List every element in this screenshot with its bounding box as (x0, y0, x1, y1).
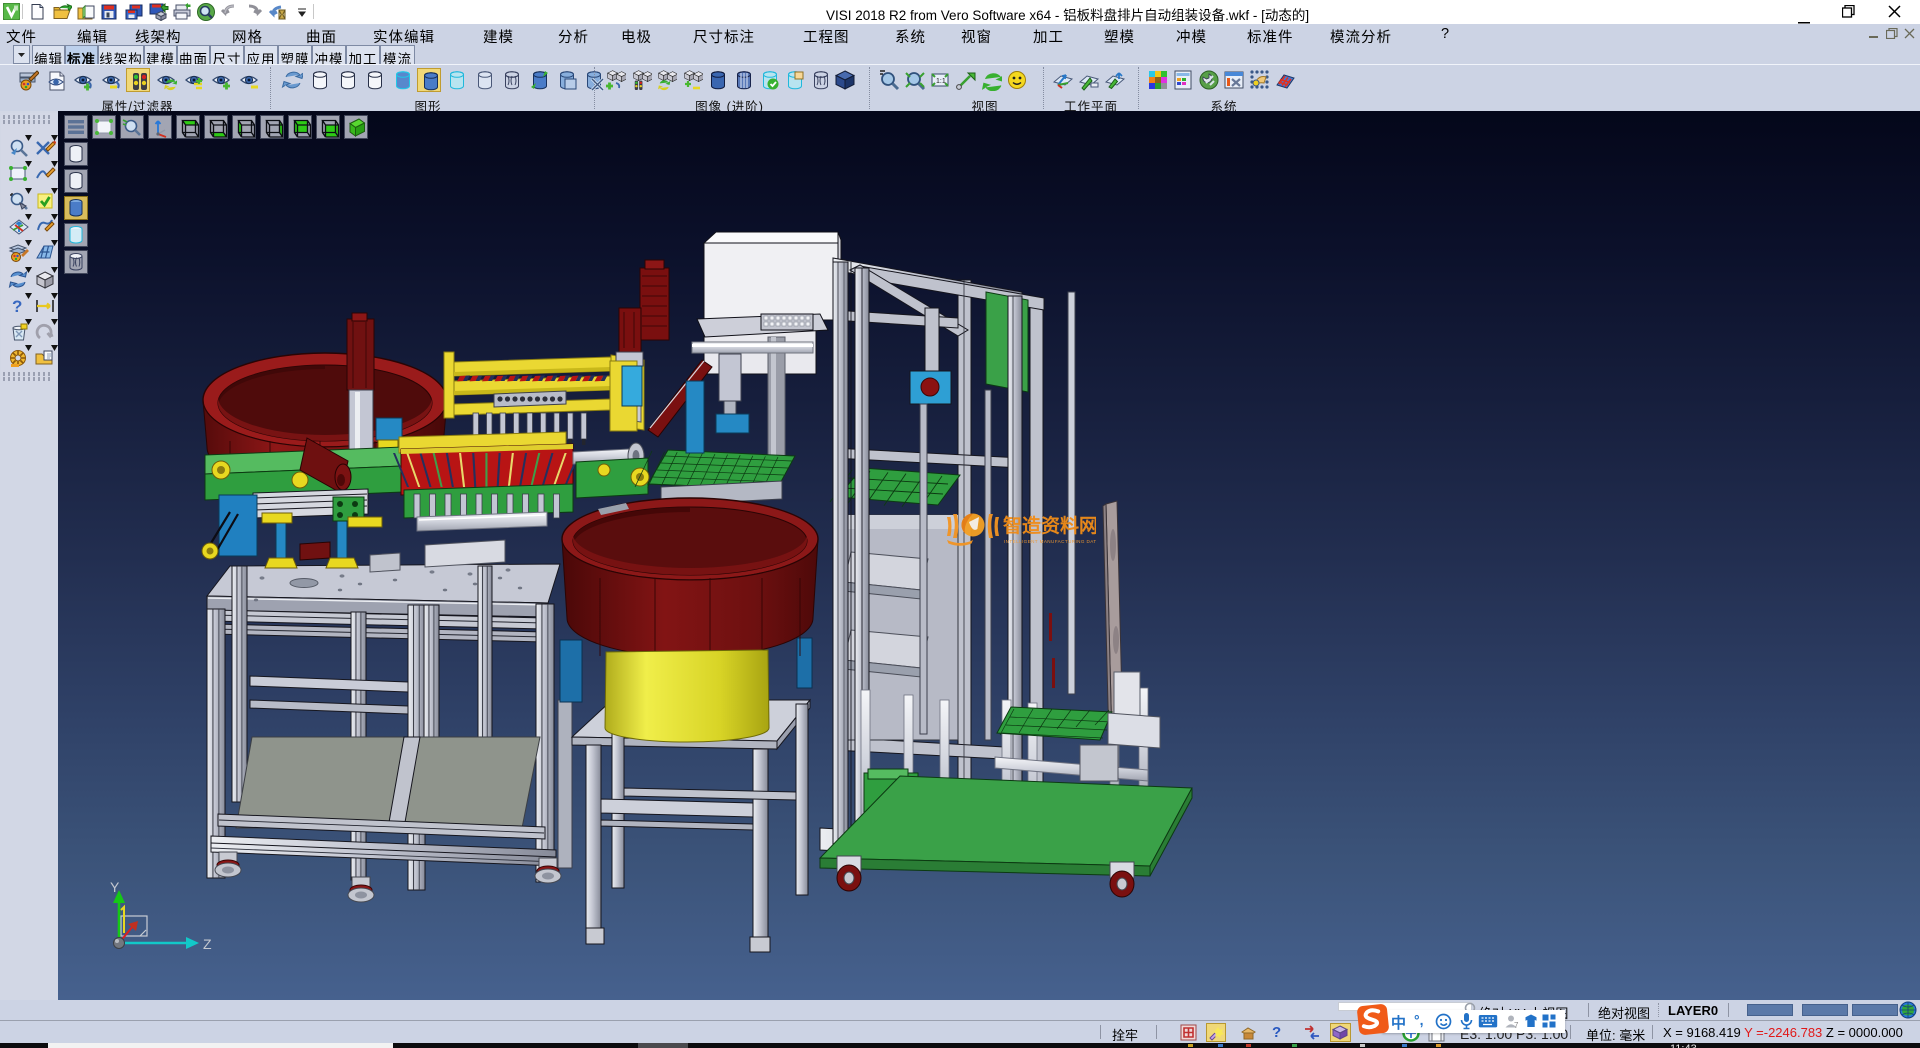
svg-text:INTELLIGENT MANUFACTURING DATA: INTELLIGENT MANUFACTURING DATA (1004, 539, 1096, 544)
svg-text:智造资料网: 智造资料网 (1003, 514, 1096, 537)
svg-text:1:1: 1:1 (936, 78, 946, 85)
svg-text:7: 7 (1514, 1021, 1519, 1029)
svg-text:?: ? (12, 297, 22, 316)
svg-text:Z: Z (203, 936, 212, 952)
svg-text:Y: Y (110, 879, 120, 895)
